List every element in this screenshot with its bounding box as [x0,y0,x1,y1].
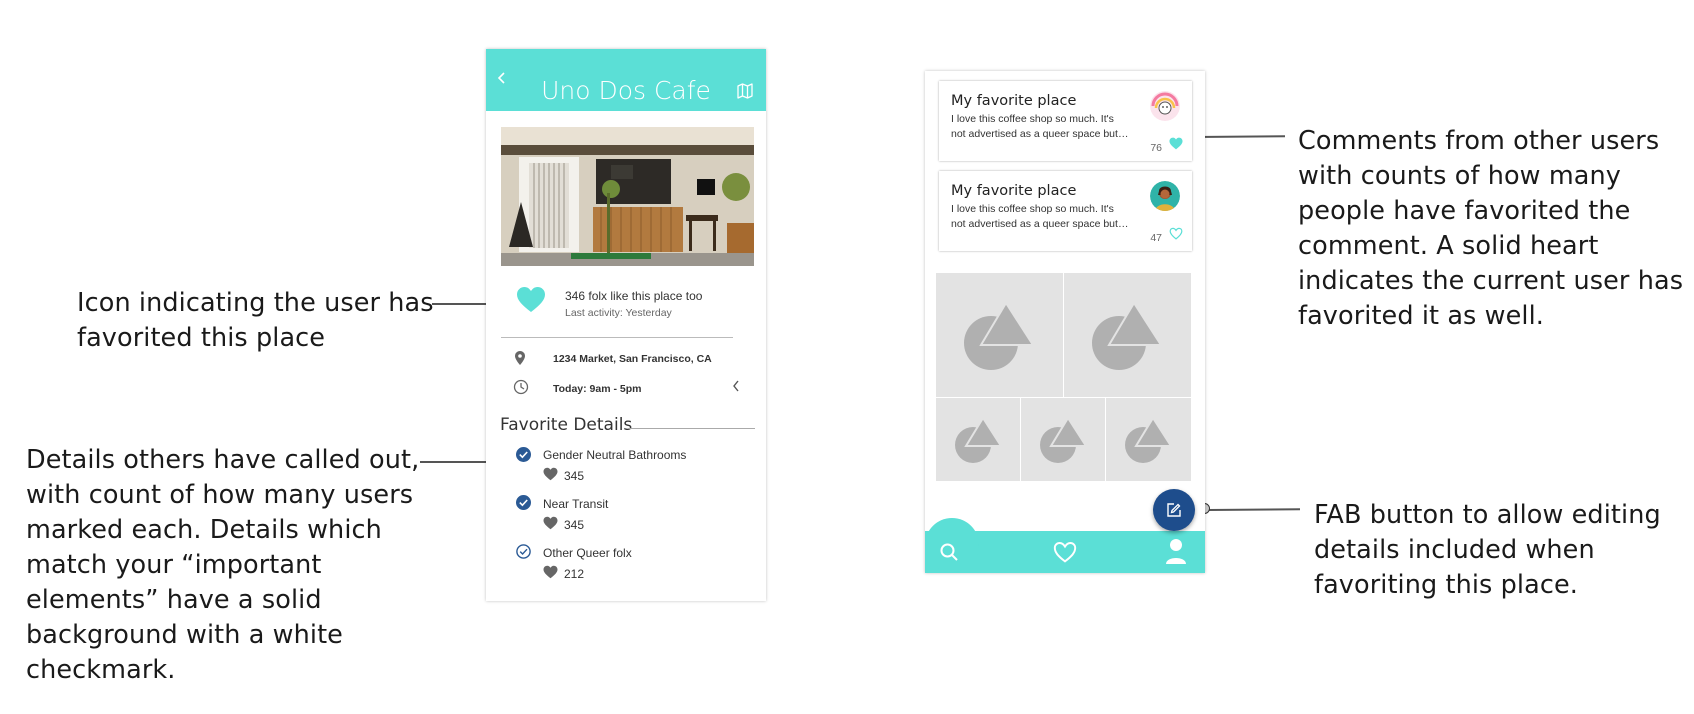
photo-placeholder[interactable] [1021,398,1105,481]
heart-icon[interactable] [1052,541,1078,568]
app-header: Uno Dos Cafe [486,49,766,111]
avatar[interactable] [1150,181,1180,211]
comment-title: My favorite place [951,93,1077,109]
detail-label: Near Transit [543,497,609,511]
hours-text: Today: 9am - 5pm [553,383,642,395]
comment-like-count: 47 [1150,232,1162,244]
edit-icon [1167,503,1181,522]
detail-label: Gender Neutral Bathrooms [543,448,687,462]
profile-icon[interactable] [1165,538,1187,569]
photo-placeholder[interactable] [936,398,1020,481]
comment-body: I love this coffee shop so much. It's no… [951,113,1129,140]
comment-like-count: 76 [1150,142,1162,154]
chevron-left-icon[interactable] [732,379,740,395]
heart-icon [543,516,558,535]
check-filled-icon[interactable] [516,495,531,515]
edit-fab-button[interactable] [1153,489,1195,531]
detail-count: 345 [564,518,585,532]
annotation-comments: Comments from other users with counts of… [1298,126,1684,331]
check-outline-icon[interactable] [516,544,531,564]
search-icon[interactable] [939,542,959,567]
map-icon[interactable] [736,82,754,105]
photo-placeholder[interactable] [1064,273,1191,397]
comment-title: My favorite place [951,183,1077,199]
comment-card[interactable]: My favorite place I love this coffee sho… [939,171,1192,251]
likes-count-text: 346 folx like this place too [565,289,703,303]
section-divider [629,428,755,429]
address-text[interactable]: 1234 Market, San Francisco, CA [553,353,712,365]
photo-placeholder[interactable] [936,273,1063,397]
cafe-photo [501,127,754,266]
annotation-fab-line [1207,508,1301,511]
section-title: Favorite Details [500,415,633,435]
heart-outline-icon[interactable] [1169,227,1183,245]
heart-icon [543,565,558,584]
place-screen: Uno Dos Cafe 346 folx like this place to… [486,49,766,601]
clock-icon [513,379,529,400]
detail-count: 345 [564,469,585,483]
annotation-favorite-icon: Icon indicating the user has favorited t… [77,288,434,353]
page-title: Uno Dos Cafe [541,76,711,105]
annotation-comments-line [1194,135,1286,138]
check-filled-icon[interactable] [516,447,531,467]
location-pin-icon [515,351,525,370]
comment-body: I love this coffee shop so much. It's no… [951,203,1129,230]
annotation-details: Details others have called out, with cou… [26,445,420,685]
detail-label: Other Queer folx [543,546,632,560]
last-activity-text: Last activity: Yesterday [565,307,672,319]
bottom-nav [925,518,1205,573]
annotation-fab: FAB button to allow editing details incl… [1314,500,1661,600]
divider [501,337,733,338]
photo-placeholder[interactable] [1106,398,1191,481]
comments-screen: My favorite place I love this coffee sho… [925,71,1205,573]
heart-filled-icon[interactable] [1169,137,1183,155]
comment-card[interactable]: My favorite place I love this coffee sho… [939,81,1192,161]
avatar[interactable] [1150,91,1180,121]
detail-count: 212 [564,567,585,581]
favorite-heart-icon[interactable] [516,286,546,318]
heart-icon [543,467,558,486]
